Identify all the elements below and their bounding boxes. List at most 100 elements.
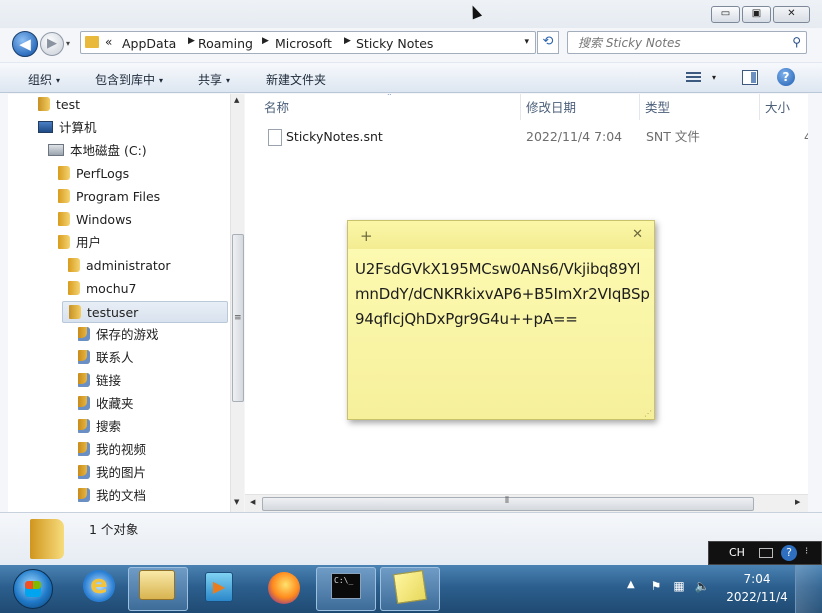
file-row[interactable]: StickyNotes.snt 2022/11/4 7:04 SNT 文件 4 — [245, 127, 808, 147]
tree-item-searches[interactable]: 搜索 — [78, 416, 121, 438]
resize-grip-icon[interactable]: ⋰ — [644, 409, 652, 418]
folder-icon — [68, 258, 80, 272]
tree-item-administrator[interactable]: administrator — [68, 255, 171, 277]
breadcrumb-overflow[interactable]: « — [105, 35, 112, 49]
drive-icon — [48, 144, 64, 156]
address-bar[interactable]: « AppData ▶ Roaming ▶ Microsoft ▶ Sticky… — [80, 31, 536, 54]
show-desktop-button[interactable] — [795, 565, 822, 613]
media-player-icon[interactable]: ▶ — [205, 572, 233, 602]
internet-explorer-icon[interactable]: e — [83, 570, 115, 602]
tree-item-label: 保存的游戏 — [96, 327, 159, 342]
tree-item-my-videos[interactable]: 我的视频 — [78, 439, 146, 461]
folder-icon — [85, 36, 99, 48]
tree-item-favorites[interactable]: 收藏夹 — [78, 393, 134, 415]
title-bar: ▭ ▣ ✕ — [0, 0, 822, 28]
column-header-type[interactable]: 类型 — [645, 98, 670, 120]
include-in-library-button[interactable]: 包含到库中 ▾ — [95, 71, 163, 88]
horizontal-scrollbar[interactable]: ◀ ⦀ ▶ — [245, 494, 808, 512]
sticky-note-text[interactable]: U2FsdGVkX195MCsw0ANs6/Vkjibq89YlmnDdY/dC… — [355, 257, 651, 332]
tree-item-label: Program Files — [76, 189, 161, 204]
nav-pane-scrollbar[interactable]: ▲ ≡ ▼ — [230, 94, 244, 512]
show-hidden-icons-button[interactable]: ▲ — [627, 579, 635, 590]
tree-item-links[interactable]: 链接 — [78, 370, 121, 392]
column-header-name[interactable]: 名称 — [264, 98, 289, 120]
folder-icon — [30, 519, 64, 559]
breadcrumb-appdata[interactable]: AppData — [122, 36, 176, 51]
scroll-right-icon[interactable]: ▶ — [795, 498, 800, 506]
help-button[interactable]: ? — [777, 68, 795, 86]
tree-item-local-disk-c[interactable]: 本地磁盘 (C:) — [48, 140, 147, 162]
chevron-down-icon[interactable]: ▾ — [712, 73, 716, 82]
keyboard-icon[interactable] — [759, 548, 773, 558]
tree-item-perflogs[interactable]: PerfLogs — [58, 163, 129, 185]
forward-button[interactable]: ▶ — [40, 32, 64, 56]
share-button[interactable]: 共享 ▾ — [198, 71, 230, 88]
tree-item-contacts[interactable]: 联系人 — [78, 347, 134, 369]
tree-item-windows[interactable]: Windows — [58, 209, 132, 231]
file-size: 4 — [804, 129, 808, 144]
delete-note-button[interactable]: ✕ — [632, 227, 643, 242]
column-header-size[interactable]: 大小 — [765, 98, 790, 120]
chevron-right-icon[interactable]: ▶ — [262, 36, 269, 46]
input-language[interactable]: CH — [729, 546, 745, 559]
tree-item-testuser[interactable]: testuser — [62, 301, 228, 323]
help-icon[interactable]: ? — [781, 545, 797, 561]
tree-item-users[interactable]: 用户 — [58, 232, 101, 254]
chevron-right-icon[interactable]: ▶ — [344, 36, 351, 46]
new-note-button[interactable]: + — [360, 227, 373, 245]
chevron-right-icon[interactable]: ▶ — [188, 36, 195, 46]
search-input[interactable] — [578, 33, 778, 53]
navigation-row: ◀ ▶ ▾ « AppData ▶ Roaming ▶ Microsoft ▶ … — [0, 28, 822, 60]
column-divider[interactable] — [520, 94, 521, 120]
tree-item-label: 本地磁盘 (C:) — [70, 143, 147, 158]
breadcrumb-roaming[interactable]: Roaming — [198, 36, 253, 51]
tree-item-program-files[interactable]: Program Files — [58, 186, 160, 208]
maximize-button[interactable]: ▣ — [742, 6, 771, 23]
start-button[interactable] — [13, 569, 53, 609]
minimize-button[interactable]: ▭ — [711, 6, 740, 23]
tree-item-label: 计算机 — [59, 120, 97, 135]
volume-muted-icon[interactable]: 🔈 — [694, 578, 710, 594]
close-button[interactable]: ✕ — [773, 6, 810, 23]
organize-label: 组织 — [28, 73, 53, 87]
pictures-icon — [78, 465, 90, 479]
column-header-modified[interactable]: 修改日期 — [526, 98, 576, 120]
tree-item-mochu7[interactable]: mochu7 — [68, 278, 137, 300]
tree-item-test[interactable]: test — [38, 94, 80, 116]
system-clock[interactable]: 7:04 2022/11/4 — [724, 570, 790, 606]
column-divider[interactable] — [639, 94, 640, 120]
search-icon[interactable]: ⚲ — [792, 35, 801, 49]
sticky-note-header[interactable]: + ✕ — [348, 221, 654, 249]
back-button[interactable]: ◀ — [12, 31, 38, 57]
search-box[interactable]: ⚲ — [567, 31, 807, 54]
network-icon[interactable]: ▦ — [671, 578, 687, 594]
action-center-flag-icon[interactable]: ⚑ — [648, 578, 664, 594]
firefox-icon[interactable] — [268, 572, 300, 604]
tree-item-saved-games[interactable]: 保存的游戏 — [78, 324, 159, 346]
recent-pages-dropdown[interactable]: ▾ — [66, 39, 70, 48]
videos-icon — [78, 442, 90, 456]
preview-pane-icon[interactable] — [742, 70, 758, 85]
tree-item-label: mochu7 — [86, 281, 137, 296]
documents-icon — [78, 488, 90, 502]
scroll-down-icon[interactable]: ▼ — [234, 498, 239, 506]
tree-item-my-pictures[interactable]: 我的图片 — [78, 462, 146, 484]
scroll-left-icon[interactable]: ◀ — [250, 498, 255, 506]
tree-item-computer[interactable]: 计算机 — [38, 117, 97, 139]
breadcrumb-sticky-notes[interactable]: Sticky Notes — [356, 36, 433, 51]
sticky-note[interactable]: + ✕ U2FsdGVkX195MCsw0ANs6/Vkjibq89YlmnDd… — [347, 220, 655, 420]
column-divider[interactable] — [759, 94, 760, 120]
tree-item-my-documents[interactable]: 我的文档 — [78, 485, 146, 507]
scroll-up-icon[interactable]: ▲ — [234, 96, 239, 104]
item-count: 1 个对象 — [89, 522, 139, 537]
chevron-down-icon: ▾ — [56, 76, 61, 85]
breadcrumb-microsoft[interactable]: Microsoft — [275, 36, 332, 51]
tree-item-label: 我的视频 — [96, 442, 147, 457]
refresh-button[interactable]: ⟲ — [537, 31, 559, 54]
searches-icon — [78, 419, 90, 433]
address-dropdown-icon[interactable]: ▾ — [524, 37, 529, 47]
new-folder-button[interactable]: 新建文件夹 — [266, 71, 326, 88]
organize-button[interactable]: 组织 ▾ — [28, 71, 60, 88]
view-options-icon[interactable] — [686, 70, 701, 84]
options-icon[interactable]: ⁝ — [805, 546, 808, 557]
